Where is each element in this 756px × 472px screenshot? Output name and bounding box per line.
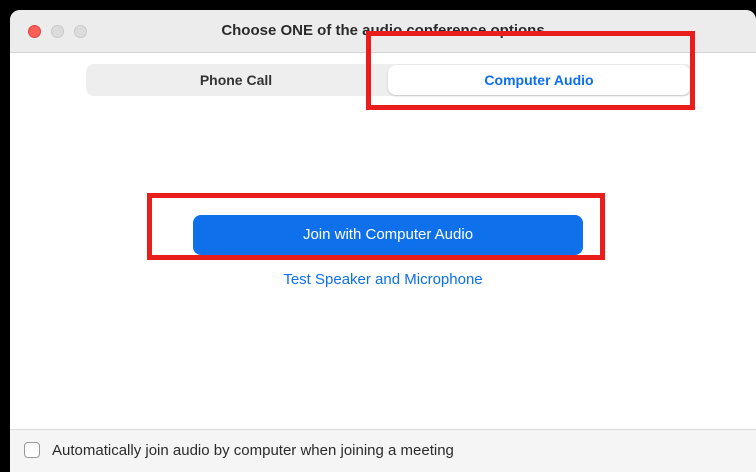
test-speaker-microphone-link[interactable]: Test Speaker and Microphone <box>10 271 756 288</box>
auto-join-checkbox[interactable] <box>24 442 40 458</box>
footer-bar: Automatically join audio by computer whe… <box>10 429 756 472</box>
tab-phone-call[interactable]: Phone Call <box>86 64 386 96</box>
join-button-highlight-box <box>147 193 605 260</box>
auto-join-label: Automatically join audio by computer whe… <box>52 442 454 459</box>
computer-audio-tab-highlight-box <box>366 31 695 110</box>
